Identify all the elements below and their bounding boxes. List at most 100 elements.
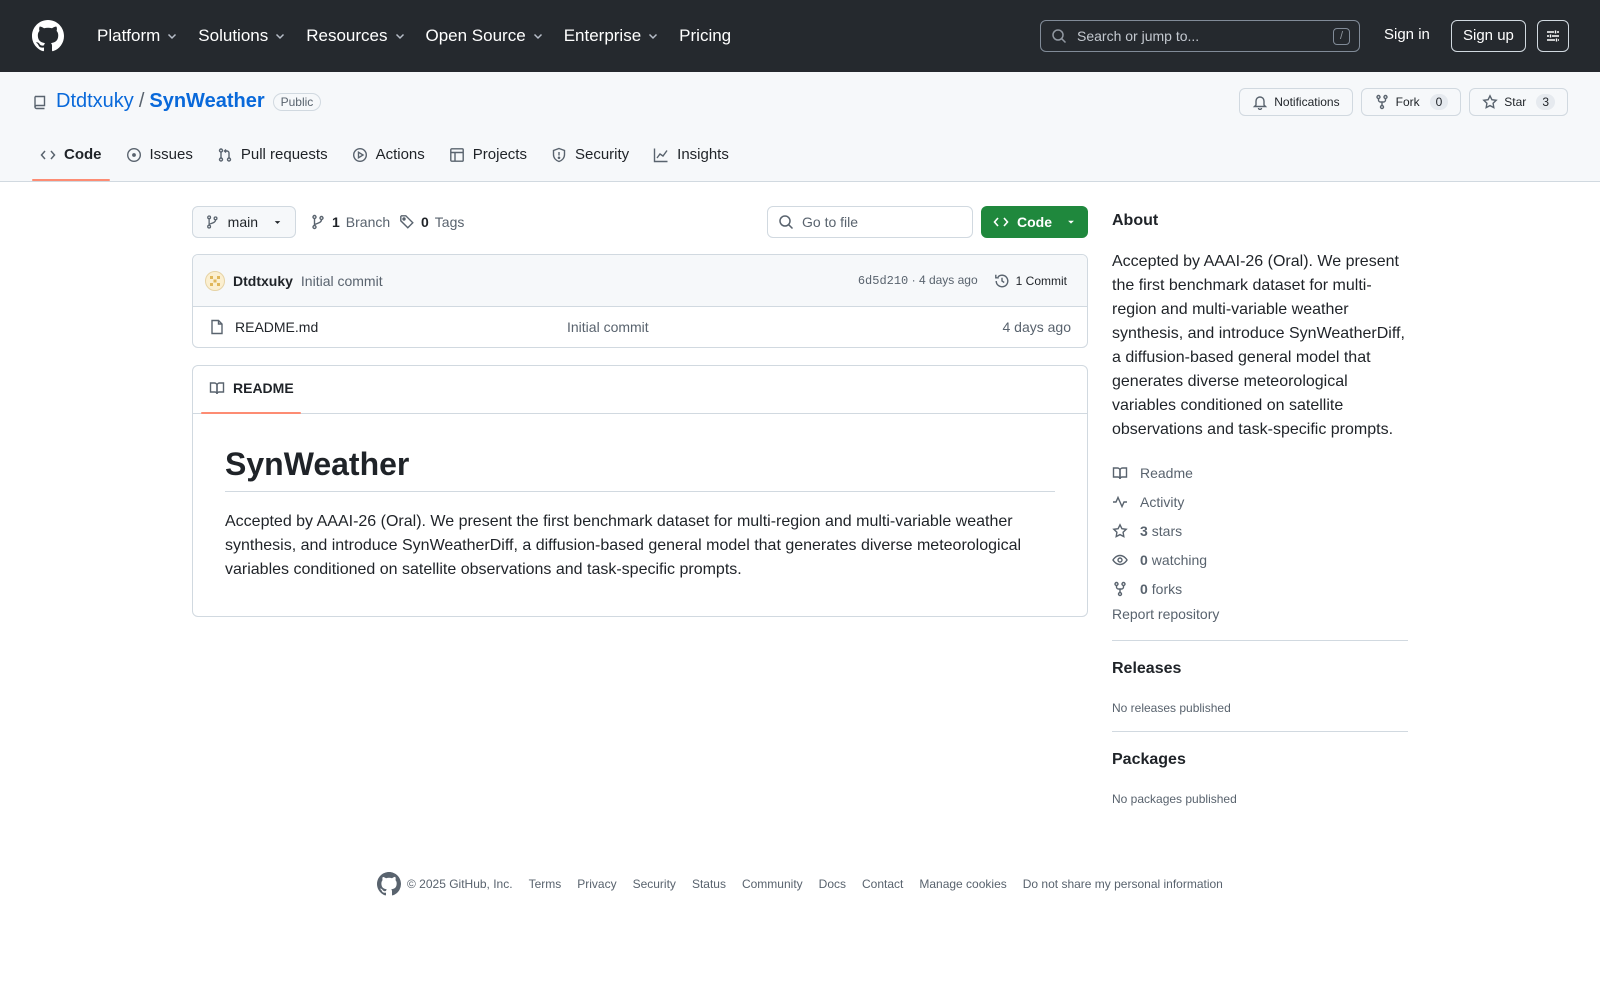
commit-time: 4 days ago — [918, 273, 978, 287]
readme-link[interactable]: Readme — [1112, 458, 1207, 487]
file-name-link[interactable]: README.md — [235, 319, 318, 335]
commit-author-link[interactable]: Dtdtxuky — [233, 273, 293, 289]
footer-link-status[interactable]: Status — [692, 877, 726, 891]
git-branch-icon — [312, 214, 324, 230]
repo-separator: / — [138, 90, 145, 112]
git-pull-request-icon — [218, 147, 232, 162]
caret-down-icon — [1068, 220, 1074, 224]
avatar[interactable] — [205, 270, 225, 291]
about-links: Readme Activity 3 stars 0 watching 0 for… — [1112, 458, 1207, 603]
commits-history-link[interactable]: 1 Commit — [994, 273, 1067, 289]
commit-message-link[interactable]: Initial commit — [301, 273, 383, 289]
global-header: Platform Solutions Resources Open Source… — [0, 0, 1600, 72]
footer-link-manage-cookies[interactable]: Manage cookies — [919, 877, 1006, 891]
tab-readme[interactable]: README — [209, 380, 294, 396]
footer-link-security[interactable]: Security — [633, 877, 676, 891]
notifications-button[interactable]: Notifications — [1239, 88, 1353, 116]
tag-count: 0 — [421, 214, 429, 230]
latest-commit-bar: Dtdtxuky Initial commit 6d5d210 · 4 days… — [193, 255, 1087, 307]
search-icon — [1052, 29, 1067, 44]
fork-button[interactable]: Fork 0 — [1360, 88, 1462, 116]
footer-copyright: © 2025 GitHub, Inc. — [407, 877, 513, 891]
issue-opened-icon — [126, 147, 141, 162]
chevron-down-icon — [168, 33, 177, 40]
repo-actions: Notifications Fork 0 Star 3 — [1239, 88, 1568, 116]
tab-code[interactable]: Code — [32, 138, 110, 181]
site-footer: © 2025 GitHub, Inc. Terms Privacy Securi… — [377, 872, 1239, 896]
watchers-link[interactable]: 0 watching — [1112, 545, 1207, 574]
global-nav: Platform Solutions Resources Open Source… — [88, 20, 740, 52]
sign-in-link[interactable]: Sign in — [1384, 26, 1430, 43]
fork-icon — [1114, 581, 1126, 596]
repo-name-link[interactable]: SynWeather — [149, 90, 264, 113]
tab-insights[interactable]: Insights — [645, 138, 737, 175]
packages-heading[interactable]: Packages — [1112, 751, 1186, 769]
nav-resources[interactable]: Resources — [297, 20, 414, 52]
file-commit-link[interactable]: Initial commit — [567, 319, 649, 335]
footer-link-terms[interactable]: Terms — [529, 877, 562, 891]
file-icon — [211, 319, 223, 335]
star-icon — [1112, 522, 1128, 538]
branches-link[interactable]: 1 Branch — [310, 214, 390, 230]
bell-icon — [1253, 96, 1268, 110]
report-repository-link[interactable]: Report repository — [1112, 606, 1219, 622]
chevron-down-icon — [649, 33, 658, 40]
book-icon — [209, 382, 225, 395]
git-branch-icon — [207, 215, 218, 229]
star-button[interactable]: Star 3 — [1469, 88, 1568, 116]
readme-paragraph: Accepted by AAAI-26 (Oral). We present t… — [225, 513, 1022, 578]
readme-content: SynWeather Accepted by AAAI-26 (Oral). W… — [193, 414, 1087, 582]
forks-link[interactable]: 0 forks — [1112, 574, 1207, 603]
book-icon — [1112, 466, 1128, 479]
commit-hash-link[interactable]: 6d5d210 — [858, 274, 908, 288]
sidebar-divider — [1112, 640, 1408, 641]
tab-security[interactable]: Security — [543, 138, 637, 175]
github-logo-icon[interactable] — [32, 20, 64, 52]
tab-projects[interactable]: Projects — [441, 138, 535, 175]
footer-link-docs[interactable]: Docs — [819, 877, 846, 891]
activity-link[interactable]: Activity — [1112, 487, 1207, 516]
go-to-file-input[interactable]: Go to file — [767, 206, 973, 238]
nav-solutions[interactable]: Solutions — [189, 20, 295, 52]
search-placeholder: Search or jump to... — [1077, 28, 1200, 44]
nav-platform[interactable]: Platform — [88, 20, 187, 52]
nav-open-source[interactable]: Open Source — [417, 20, 553, 52]
tab-issues[interactable]: Issues — [118, 138, 201, 175]
packages-empty-text: No packages published — [1112, 792, 1237, 806]
branch-selector-button[interactable]: main — [192, 206, 296, 238]
github-mark-icon[interactable] — [377, 872, 401, 896]
nav-enterprise[interactable]: Enterprise — [555, 20, 668, 52]
play-circle-icon — [352, 147, 367, 162]
footer-link-do-not-share[interactable]: Do not share my personal information — [1023, 877, 1223, 891]
tab-actions[interactable]: Actions — [344, 138, 433, 175]
nav-pricing[interactable]: Pricing — [670, 20, 740, 52]
branch-count: 1 — [332, 214, 340, 230]
footer-link-community[interactable]: Community — [742, 877, 803, 891]
search-input[interactable]: Search or jump to... / — [1040, 20, 1360, 52]
file-list: Dtdtxuky Initial commit 6d5d210 · 4 days… — [192, 254, 1088, 348]
fork-count: 0 — [1429, 94, 1449, 110]
pulse-icon — [1113, 495, 1127, 508]
about-description: Accepted by AAAI-26 (Oral). We present t… — [1112, 253, 1405, 438]
fork-icon — [1375, 94, 1388, 110]
tag-icon — [400, 215, 414, 229]
code-dropdown-button[interactable]: Code — [981, 206, 1088, 238]
repo-tabs: Code Issues Pull requests Actions Projec… — [32, 138, 737, 181]
eye-icon — [1112, 554, 1128, 565]
visibility-badge: Public — [272, 92, 322, 111]
releases-heading[interactable]: Releases — [1112, 660, 1181, 678]
repository-header: Dtdtxuky / SynWeather Public Notificatio… — [0, 72, 1600, 182]
footer-link-contact[interactable]: Contact — [862, 877, 903, 891]
sign-up-button[interactable]: Sign up — [1451, 20, 1526, 52]
history-icon — [994, 274, 1009, 287]
tags-link[interactable]: 0 Tags — [399, 214, 464, 230]
stars-link[interactable]: 3 stars — [1112, 516, 1207, 545]
chevron-down-icon — [276, 33, 285, 40]
releases-empty-text: No releases published — [1112, 701, 1231, 715]
footer-link-privacy[interactable]: Privacy — [577, 877, 616, 891]
repo-owner-link[interactable]: Dtdtxuky — [56, 90, 134, 113]
file-date: 4 days ago — [1002, 319, 1072, 335]
appearance-settings-button[interactable] — [1537, 20, 1569, 52]
tab-pull-requests[interactable]: Pull requests — [209, 138, 336, 175]
active-tab-underline — [201, 412, 301, 414]
